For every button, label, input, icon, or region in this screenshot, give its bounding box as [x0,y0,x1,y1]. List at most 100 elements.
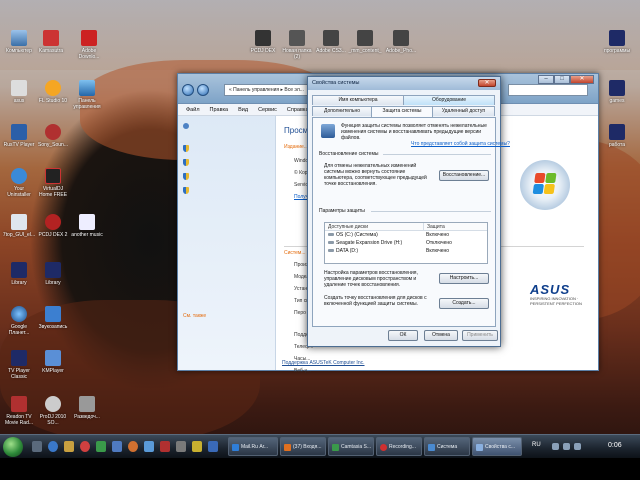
desktop-icon-readon-tv[interactable]: Readon TV Movie Rad... [2,396,36,426]
show-desktop-icon[interactable] [32,441,42,452]
menu-help[interactable]: Справка [287,107,309,113]
desktop-icon-games[interactable]: games [600,80,634,104]
menu-edit[interactable]: Правка [210,107,229,113]
minimize-button[interactable]: – [538,75,554,84]
desktop-icon-7top[interactable]: 7top_GUI_el... [2,214,36,238]
apply-button[interactable]: Применить [462,330,498,341]
taskbar-button-system-properties[interactable]: Свойства с... [472,437,522,456]
drive-icon [328,249,334,253]
volume-icon[interactable] [574,443,581,450]
app-icon[interactable] [192,441,202,452]
dialog-titlebar[interactable]: Свойства системы ✕ [308,77,500,90]
dialog-close-button[interactable]: ✕ [478,79,496,87]
create-button[interactable]: Создать... [439,298,489,309]
desktop-icon-pcdj-dex2[interactable]: PCDJ DEX 2 [36,214,70,238]
desktop-icon-library-2[interactable]: Library [36,262,70,286]
adobe-icon [393,30,409,46]
app-icon[interactable] [160,441,170,452]
desktop-icon-another-music[interactable]: another music [70,214,104,238]
desktop-icon-kmplayer[interactable]: KMPlayer [36,350,70,374]
desktop-icon-sound-recorder[interactable]: Звукозапись [36,306,70,330]
close-button[interactable]: ✕ [570,75,594,84]
desktop-icon-prodj[interactable]: ProDJ 2010 SO... [36,396,70,426]
app-icon[interactable] [176,441,186,452]
desktop-icon-razvedka[interactable]: Разведоч... [70,396,104,420]
restore-text: Для отмены нежелательных изменений систе… [324,163,427,187]
media-icon[interactable] [112,441,122,452]
search-input[interactable] [508,84,588,96]
taskbar-button-system[interactable]: Система [424,437,470,456]
desktop-icon-kamasutra[interactable]: Kamasutra [34,30,68,54]
opera-icon[interactable] [80,441,90,452]
table-row[interactable]: OS (C:) (Система) Включено [325,231,487,239]
side-link-remote[interactable] [183,158,271,166]
taskbar-button-recording[interactable]: Recording... [376,437,422,456]
desktop-icon-sony-sound[interactable]: Sony_Soun... [36,124,70,148]
menu-tools[interactable]: Сервис [258,107,277,113]
letterbox-bar [0,458,640,480]
desktop-icon-asus[interactable]: asus [2,80,36,104]
side-link-advanced[interactable] [183,186,271,194]
desktop-icon-adobe-download[interactable]: Adobe Downlo... [72,30,106,60]
desktop-icon-rustv[interactable]: RusTV Player [2,124,36,148]
group-divider [383,154,491,155]
taskbar-button-inbox[interactable]: (37) Входя... [280,437,326,456]
side-link-device-manager[interactable] [183,144,271,152]
app-icon[interactable] [96,441,106,452]
computer-icon [11,30,27,46]
desktop-icon-library-1[interactable]: Library [2,262,36,286]
what-is-protection-link[interactable]: Что представляет собой защита системы? [411,141,510,147]
menu-file[interactable]: Файл [186,107,200,113]
desktop-icon-adobe-cs3[interactable]: Adobe CS3... [314,30,348,54]
cancel-button[interactable]: Отмена [424,330,458,341]
language-indicator[interactable]: RU [532,442,541,448]
drive-name: OS (C:) (Система) [336,232,378,238]
desktop-icon-uninstaller[interactable]: Your Uninstaller [2,168,36,198]
back-button[interactable] [182,84,194,96]
taskbar-button-camtasia[interactable]: Camtasia S... [328,437,374,456]
desktop-icon-new-folder[interactable]: Новая папка (2) [280,30,314,60]
desktop-icon-tv-player[interactable]: TV Player Classic [2,350,36,380]
desktop-background: Компьютер Kamasutra asus FL Studio 10 Па… [0,0,640,480]
tab-remote[interactable]: Удаленный доступ [432,106,495,116]
side-link[interactable] [183,122,271,130]
forward-button[interactable] [197,84,209,96]
tray-icon[interactable] [552,443,559,450]
taskbar-button-mailru[interactable]: Mail.Ru Аг... [228,437,278,456]
ok-button[interactable]: ОК [388,330,418,341]
desktop-icon-google-earth[interactable]: Google Планет... [2,306,36,336]
desktop-icon-pcdj-dex[interactable]: PCDJ DEX [246,30,280,54]
tab-hardware[interactable]: Оборудование [403,95,495,105]
skype-icon[interactable] [144,441,154,452]
table-row[interactable]: Seagate Expansion Drive (H:) Отключено [325,239,487,247]
desktop-icon-mm-content[interactable]: _mm_content_ [348,30,382,54]
support-link[interactable]: Поддержка ASUSTeK Computer Inc. [282,360,365,366]
network-icon[interactable] [563,443,570,450]
ie-icon[interactable] [48,441,58,452]
desktop-icon-computer[interactable]: Компьютер [2,30,36,54]
tab-advanced[interactable]: Дополнительно [312,106,372,116]
configure-button[interactable]: Настроить... [439,273,489,284]
explorer-icon[interactable] [64,441,74,452]
menu-view[interactable]: Вид [238,107,248,113]
start-button[interactable] [3,437,23,457]
desktop-icon-virtualdj[interactable]: VirtualDJ Home FREE [36,168,70,198]
table-row[interactable]: DATA (D:) Включено [325,247,487,255]
mail-icon [232,444,239,451]
firefox-icon[interactable] [128,441,138,452]
app-icon[interactable] [208,441,218,452]
shield-icon [183,144,189,152]
desktop-icon-adobe-photoshop[interactable]: Adobe_Pho... [384,30,418,54]
media-player-icon [45,350,61,366]
desktop-icon-flstudio[interactable]: FL Studio 10 [36,80,70,104]
maximize-button[interactable]: □ [554,75,570,84]
desktop-icon-programs[interactable]: программы [600,30,634,54]
clock[interactable]: 0:06 [608,442,622,449]
system-restore-button[interactable]: Восстановление... [439,170,489,181]
desktop-icon-work[interactable]: работа [600,124,634,148]
tab-system-protection[interactable]: Защита системы [371,106,433,117]
tab-computer-name[interactable]: Имя компьютера [312,95,404,105]
side-link-protection[interactable] [183,172,271,180]
desktop-icon-control-panel[interactable]: Панель управления [70,80,104,110]
tv-icon [11,396,27,412]
